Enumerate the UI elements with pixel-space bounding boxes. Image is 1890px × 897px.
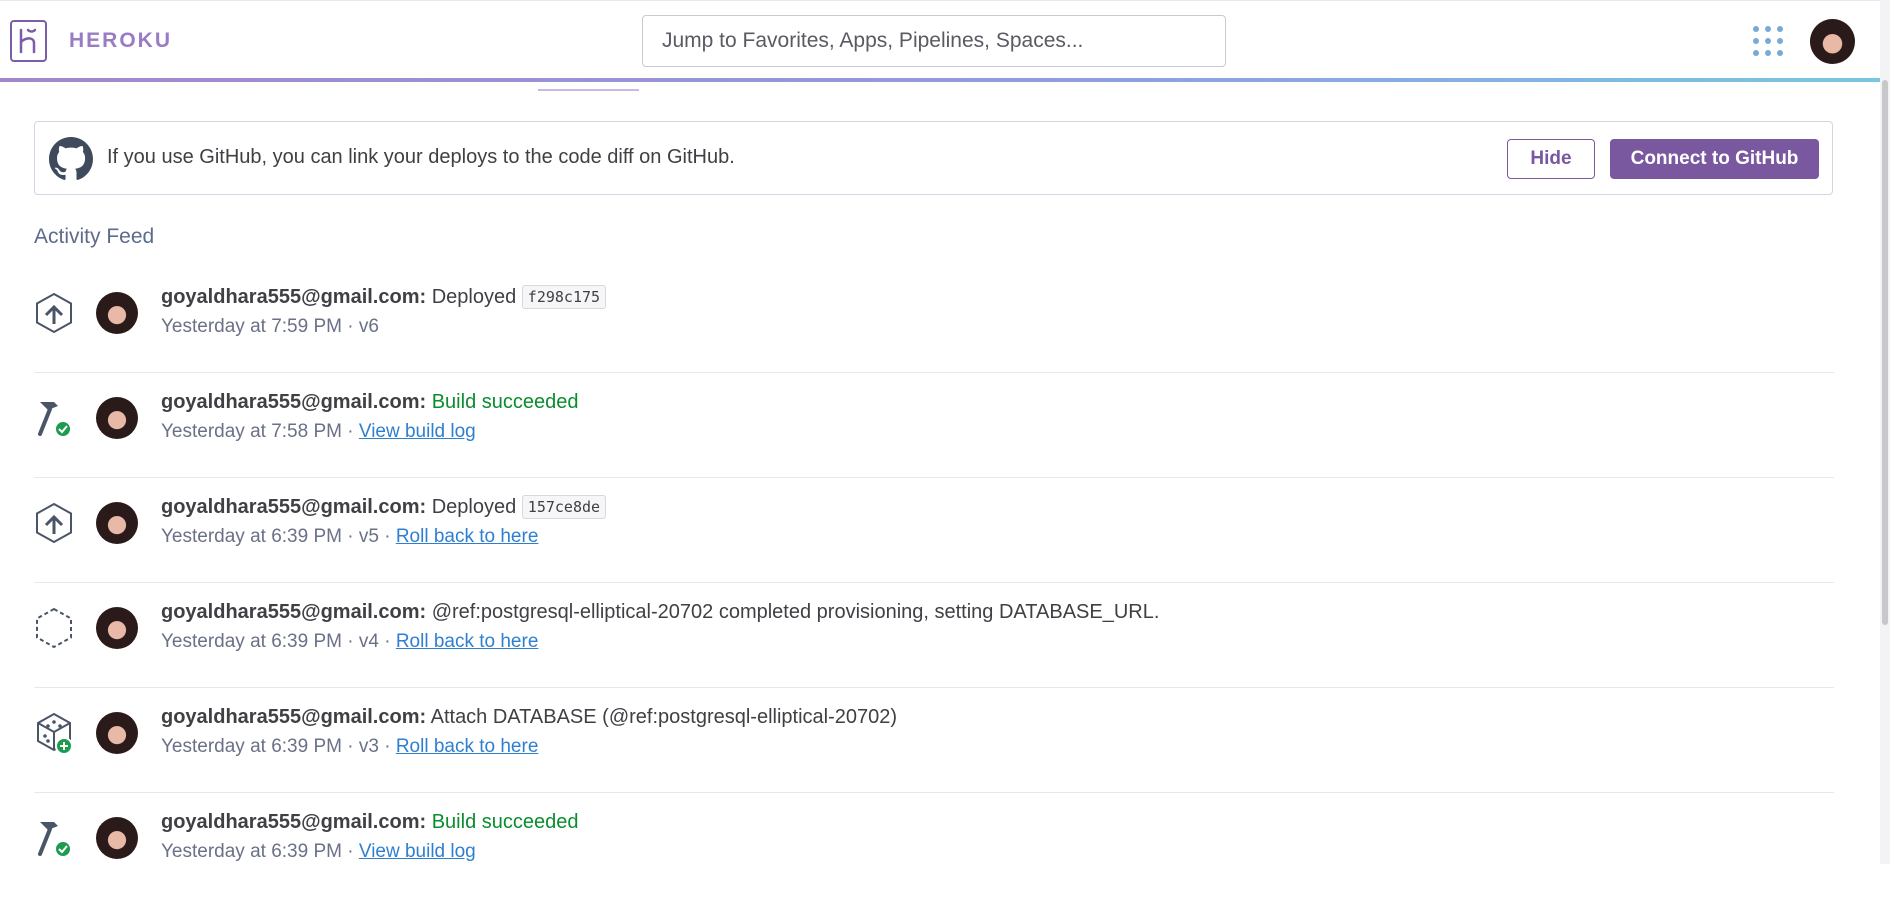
activity-description: goyaldhara555@gmail.com: Deployed f298c1…: [161, 285, 607, 309]
activity-action: Deployed: [431, 496, 517, 518]
hide-button[interactable]: Hide: [1507, 139, 1595, 179]
connect-to-github-button[interactable]: Connect to GitHub: [1610, 139, 1819, 179]
user-avatar: [96, 292, 138, 334]
separator: ·: [347, 841, 354, 862]
user-avatar: [96, 607, 138, 649]
addon-attach-icon: [37, 712, 73, 755]
app-launcher-icon[interactable]: [1753, 26, 1783, 56]
search-input[interactable]: Jump to Favorites, Apps, Pipelines, Spac…: [642, 15, 1226, 67]
activity-action: @ref:postgresql-elliptical-20702 complet…: [431, 601, 1160, 623]
activity-time: Yesterday at 7:59 PM: [161, 316, 342, 337]
activity-description: goyaldhara555@gmail.com: @ref:postgresql…: [161, 601, 1159, 624]
activity-item: goyaldhara555@gmail.com: @ref:postgresql…: [34, 583, 1834, 688]
activity-time: Yesterday at 6:39 PM: [161, 526, 342, 547]
release-version: · v4 ·: [347, 631, 391, 652]
activity-meta: Yesterday at 6:39 PM · View build log: [161, 841, 476, 863]
activity-item: goyaldhara555@gmail.com: Deployed f298c1…: [34, 268, 1834, 373]
heroku-wordmark: HEROKU: [69, 29, 173, 52]
user-avatar: [96, 397, 138, 439]
github-icon: [49, 137, 93, 180]
activity-item: goyaldhara555@gmail.com: Deployed 157ce8…: [34, 478, 1834, 583]
activity-item: goyaldhara555@gmail.com: Attach DATABASE…: [34, 688, 1834, 793]
heroku-logo[interactable]: HEROKU: [10, 20, 172, 62]
activity-user: goyaldhara555@gmail.com:: [161, 706, 427, 728]
search-placeholder: Jump to Favorites, Apps, Pipelines, Spac…: [662, 29, 1084, 52]
user-avatar: [96, 817, 138, 859]
activity-meta: Yesterday at 6:39 PM · v4 · Roll back to…: [161, 631, 538, 653]
activity-user: goyaldhara555@gmail.com:: [161, 811, 427, 833]
roll-back-link[interactable]: Roll back to here: [396, 526, 539, 547]
release-version: · v3 ·: [347, 736, 391, 757]
user-avatar: [96, 712, 138, 754]
deploy-icon: [36, 502, 72, 544]
build-status: Build succeeded: [431, 811, 579, 833]
top-navigation-bar: HEROKU Jump to Favorites, Apps, Pipeline…: [0, 0, 1880, 79]
activity-action: Deployed: [431, 286, 517, 308]
activity-description: goyaldhara555@gmail.com: Deployed 157ce8…: [161, 495, 607, 519]
activity-meta: Yesterday at 6:39 PM · v5 · Roll back to…: [161, 526, 538, 548]
activity-feed-heading: Activity Feed: [34, 225, 155, 248]
page-scrollbar[interactable]: [1880, 0, 1890, 864]
activity-description: goyaldhara555@gmail.com: Build succeeded: [161, 391, 579, 414]
github-banner-text: If you use GitHub, you can link your dep…: [107, 146, 735, 168]
activity-description: goyaldhara555@gmail.com: Build succeeded: [161, 811, 579, 834]
activity-item: goyaldhara555@gmail.com: Build succeeded…: [34, 793, 1834, 897]
deploy-icon: [36, 292, 72, 334]
scrollbar-thumb[interactable]: [1882, 80, 1888, 625]
build-hammer-icon: [38, 822, 72, 858]
github-connect-banner: If you use GitHub, you can link your dep…: [34, 121, 1833, 195]
activity-meta: Yesterday at 7:58 PM · View build log: [161, 421, 476, 443]
release-version: · v6: [347, 316, 379, 337]
activity-time: Yesterday at 6:39 PM: [161, 841, 342, 862]
commit-hash: f298c175: [521, 285, 607, 309]
activity-user: goyaldhara555@gmail.com:: [161, 601, 427, 623]
header-gradient-divider: [0, 78, 1880, 82]
activity-feed-list: goyaldhara555@gmail.com: Deployed f298c1…: [34, 268, 1834, 897]
activity-user: goyaldhara555@gmail.com:: [161, 391, 427, 413]
roll-back-link[interactable]: Roll back to here: [396, 631, 539, 652]
activity-time: Yesterday at 6:39 PM: [161, 631, 342, 652]
activity-meta: Yesterday at 6:39 PM · v3 · Roll back to…: [161, 736, 538, 758]
release-version: · v5 ·: [347, 526, 391, 547]
commit-hash: 157ce8de: [521, 495, 607, 519]
view-build-log-link[interactable]: View build log: [359, 841, 476, 862]
build-status: Build succeeded: [431, 391, 579, 413]
activity-time: Yesterday at 6:39 PM: [161, 736, 342, 757]
roll-back-link[interactable]: Roll back to here: [396, 736, 539, 757]
build-hammer-icon: [38, 402, 72, 438]
user-avatar[interactable]: [1810, 19, 1855, 64]
heroku-logo-icon: [10, 20, 47, 62]
separator: ·: [347, 421, 354, 442]
view-build-log-link[interactable]: View build log: [359, 421, 476, 442]
provision-icon: [36, 607, 72, 649]
activity-action: Attach DATABASE (@ref:postgresql-ellipti…: [430, 706, 898, 728]
activity-meta: Yesterday at 7:59 PM · v6: [161, 316, 379, 338]
activity-item: goyaldhara555@gmail.com: Build succeeded…: [34, 373, 1834, 478]
activity-user: goyaldhara555@gmail.com:: [161, 496, 427, 518]
activity-time: Yesterday at 7:58 PM: [161, 421, 342, 442]
user-avatar: [96, 502, 138, 544]
activity-user: goyaldhara555@gmail.com:: [161, 286, 427, 308]
active-tab-indicator: [538, 89, 639, 91]
activity-description: goyaldhara555@gmail.com: Attach DATABASE…: [161, 706, 897, 729]
